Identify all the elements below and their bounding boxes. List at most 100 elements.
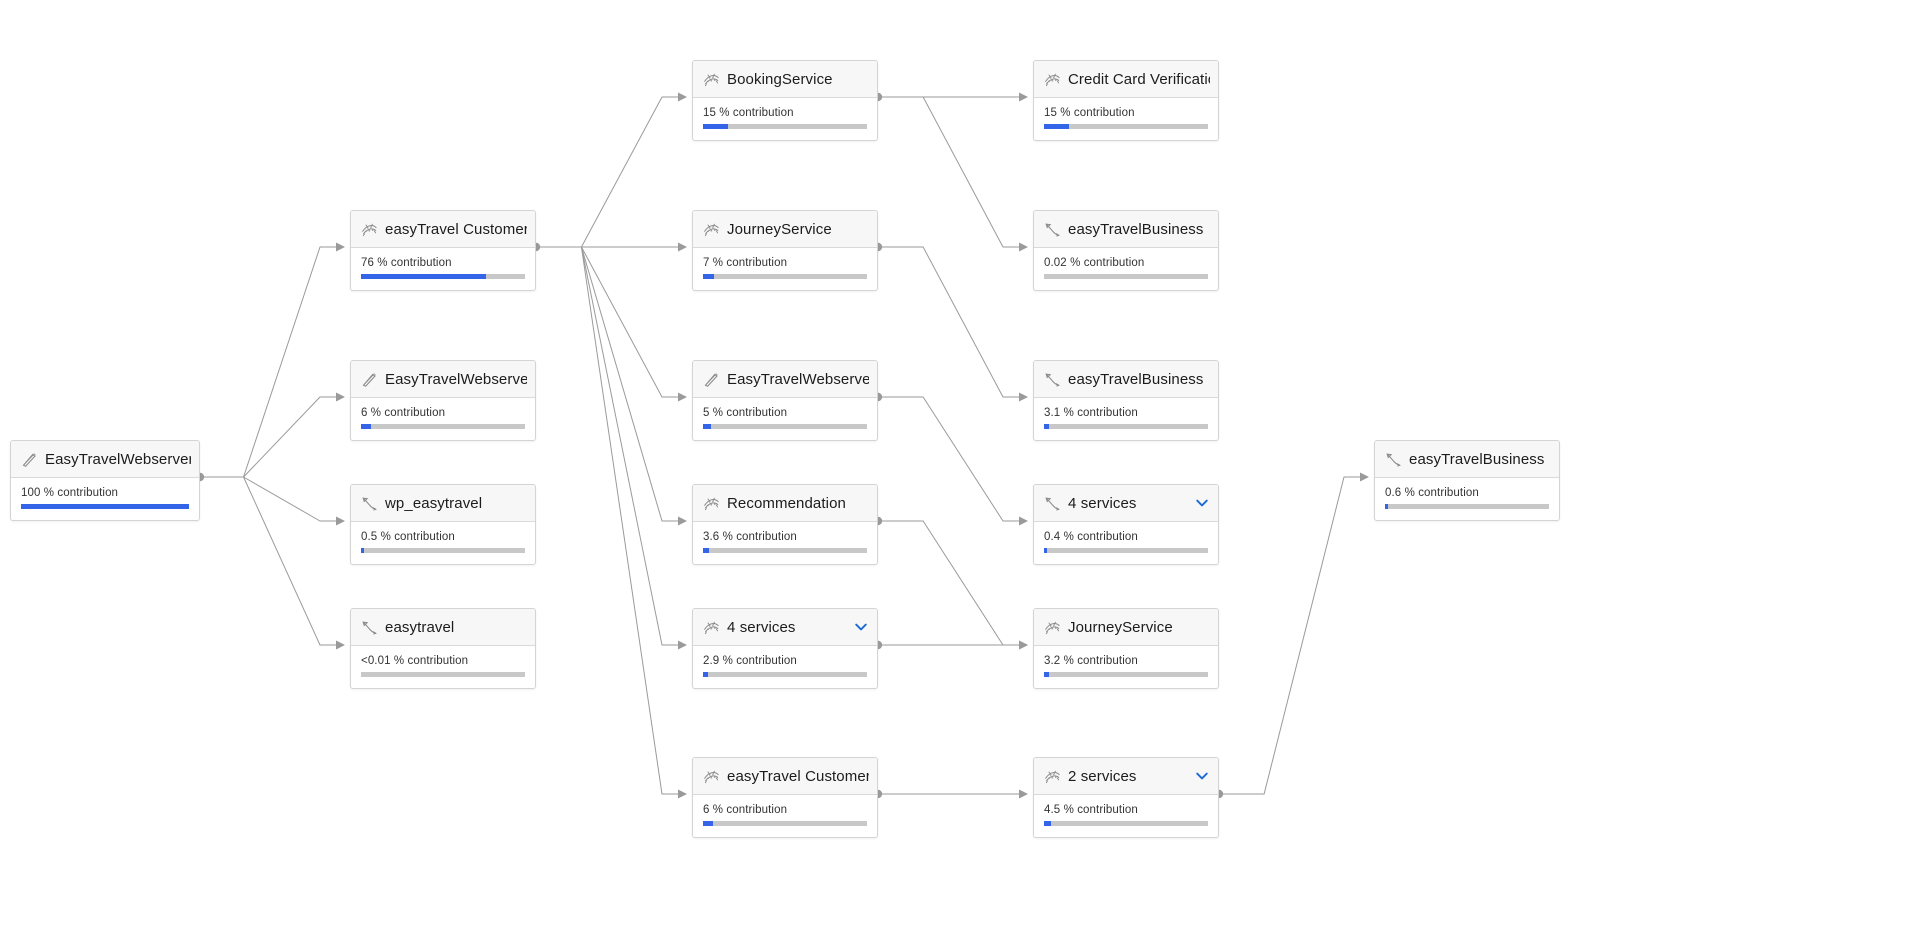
flow-node[interactable]: EasyTravelWebserver:8079 5 % contribution: [692, 360, 878, 441]
flow-node[interactable]: EasyTravelWebserver:8079 100 % contributi…: [10, 440, 200, 521]
flow-node[interactable]: 4 services 2.9 % contribution: [692, 608, 878, 689]
service-flow-canvas[interactable]: EasyTravelWebserver:8079 100 % contributi…: [0, 0, 1910, 939]
service-icon: [703, 71, 720, 88]
flow-edge: [536, 246, 678, 646]
node-header[interactable]: BookingService: [693, 61, 877, 98]
node-header[interactable]: easyTravel Customer Fron…: [693, 758, 877, 795]
arrowhead-icon: [336, 392, 345, 402]
node-header[interactable]: JourneyService: [693, 211, 877, 248]
contribution-bar-fill: [361, 548, 364, 553]
node-header[interactable]: Credit Card Verification/: [1034, 61, 1218, 98]
contribution-bar-fill: [703, 548, 709, 553]
flow-node[interactable]: easyTravel Customer Fron… 6 % contributio…: [692, 757, 878, 838]
node-title: easyTravelBusiness: [1068, 370, 1204, 388]
arrowhead-icon: [678, 392, 687, 402]
flow-edge: [200, 396, 336, 478]
contribution-label: 6 % contribution: [703, 804, 788, 816]
node-header[interactable]: JourneyService: [1034, 609, 1218, 646]
contribution-bar-track: [1044, 672, 1208, 677]
flow-edge: [200, 476, 336, 646]
flow-node[interactable]: easyTravel Customer Fron… 76 % contributi…: [350, 210, 536, 291]
node-header[interactable]: easyTravelBusiness: [1375, 441, 1559, 478]
contribution-label: 0.6 % contribution: [1385, 487, 1479, 499]
contribution-bar-track: [1044, 821, 1208, 826]
node-header[interactable]: easyTravelBusiness: [1034, 361, 1218, 398]
flow-node[interactable]: wp_easytravel 0.5 % contribution: [350, 484, 536, 565]
service-icon: [703, 221, 720, 238]
node-header[interactable]: EasyTravelWebserver:8079: [693, 361, 877, 398]
flow-node[interactable]: JourneyService 3.2 % contribution: [1033, 608, 1219, 689]
flow-edge: [878, 396, 1019, 522]
node-header[interactable]: 2 services: [1034, 758, 1218, 795]
node-body: 3.1 % contribution: [1034, 398, 1218, 440]
arrowhead-icon: [1019, 640, 1028, 650]
database-icon: [1044, 495, 1061, 512]
node-header[interactable]: 4 services: [693, 609, 877, 646]
arrowhead-icon: [1360, 472, 1369, 482]
contribution-bar-fill: [21, 504, 189, 509]
node-title: easyTravelBusiness: [1068, 220, 1204, 238]
flow-node[interactable]: easyTravelBusiness 3.1 % contribution: [1033, 360, 1219, 441]
flow-node[interactable]: 4 services 0.4 % contribution: [1033, 484, 1219, 565]
node-header[interactable]: Recommendation: [693, 485, 877, 522]
contribution-label: 3.6 % contribution: [703, 531, 797, 543]
flow-node[interactable]: EasyTravelWebserver:8079 6 % contribution: [350, 360, 536, 441]
node-body: 0.02 % contribution: [1034, 248, 1218, 290]
service-icon: [703, 619, 720, 636]
contribution-bar-track: [1044, 274, 1208, 279]
contribution-bar-fill: [703, 274, 715, 279]
node-body: 100 % contribution: [11, 478, 199, 520]
flow-edge: [536, 96, 678, 248]
node-header[interactable]: easyTravelBusiness: [1034, 211, 1218, 248]
contribution-bar-track: [703, 548, 867, 553]
contribution-label: 0.4 % contribution: [1044, 531, 1138, 543]
flow-node[interactable]: Credit Card Verification/15 % contributi…: [1033, 60, 1219, 141]
arrowhead-icon: [336, 516, 345, 526]
node-body: 0.6 % contribution: [1375, 478, 1559, 520]
flow-node[interactable]: easytravel <0.01 % contribution: [350, 608, 536, 689]
node-header[interactable]: easyTravel Customer Fron…: [351, 211, 535, 248]
node-header[interactable]: easytravel: [351, 609, 535, 646]
contribution-bar-track: [703, 821, 867, 826]
node-body: 7 % contribution: [693, 248, 877, 290]
flow-edge: [536, 246, 678, 795]
node-title: 2 services: [1068, 767, 1137, 785]
database-icon: [361, 619, 378, 636]
arrowhead-icon: [678, 242, 687, 252]
contribution-label: 0.02 % contribution: [1044, 257, 1145, 269]
contribution-label: 6 % contribution: [361, 407, 446, 419]
node-title: EasyTravelWebserver:8079: [45, 450, 191, 468]
contribution-bar-track: [703, 124, 867, 129]
contribution-bar-fill: [361, 424, 371, 429]
node-title: EasyTravelWebserver:8079: [385, 370, 527, 388]
node-body: 76 % contribution: [351, 248, 535, 290]
contribution-label: 2.9 % contribution: [703, 655, 797, 667]
chevron-down-icon[interactable]: [853, 619, 869, 635]
chevron-down-icon[interactable]: [1194, 495, 1210, 511]
flow-node[interactable]: easyTravelBusiness 0.6 % contribution: [1374, 440, 1560, 521]
flow-edge: [200, 246, 336, 478]
flow-node[interactable]: 2 services 4.5 % contribution: [1033, 757, 1219, 838]
node-title: easyTravelBusiness: [1409, 450, 1545, 468]
node-title: 4 services: [1068, 494, 1137, 512]
flow-node[interactable]: Recommendation 3.6 % contribution: [692, 484, 878, 565]
arrowhead-icon: [1019, 640, 1028, 650]
contribution-label: 7 % contribution: [703, 257, 788, 269]
node-body: 6 % contribution: [693, 795, 877, 837]
node-title: wp_easytravel: [385, 494, 483, 512]
arrowhead-icon: [678, 92, 687, 102]
node-header[interactable]: wp_easytravel: [351, 485, 535, 522]
contribution-label: 15 % contribution: [703, 107, 794, 119]
edge-layer: [195, 92, 1369, 799]
node-body: 2.9 % contribution: [693, 646, 877, 688]
flow-node[interactable]: easyTravelBusiness 0.02 % contribution: [1033, 210, 1219, 291]
node-header[interactable]: EasyTravelWebserver:8079: [351, 361, 535, 398]
node-header[interactable]: 4 services: [1034, 485, 1218, 522]
flow-edge: [536, 246, 678, 522]
node-body: 4.5 % contribution: [1034, 795, 1218, 837]
node-header[interactable]: EasyTravelWebserver:8079: [11, 441, 199, 478]
flow-node[interactable]: BookingService 15 % contribution: [692, 60, 878, 141]
chevron-down-icon[interactable]: [1194, 768, 1210, 784]
flow-node[interactable]: JourneyService 7 % contribution: [692, 210, 878, 291]
flow-edge: [878, 246, 1019, 398]
